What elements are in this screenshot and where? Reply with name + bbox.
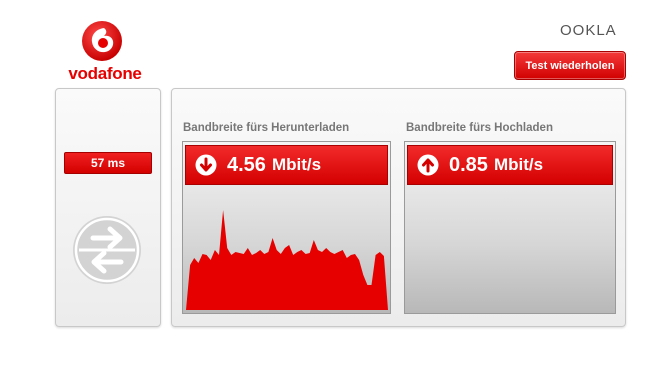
ping-panel	[55, 88, 161, 327]
brand-name: vodafone	[68, 64, 142, 83]
provider-logo: OOKLA	[560, 22, 617, 39]
download-label: Bandbreite fürs Herunterladen	[183, 122, 350, 134]
arrow-down-icon	[195, 154, 217, 176]
download-speed-value: 4.56	[227, 153, 266, 176]
vodafone-logo-icon	[82, 21, 122, 61]
upload-speed-value: 0.85	[449, 153, 488, 176]
retest-button[interactable]: Test wiederholen	[514, 51, 626, 80]
upload-speed-bar: 0.85 Mbit/s	[407, 145, 613, 185]
download-speed-unit: Mbit/s	[271, 155, 322, 174]
transfer-arrows-icon	[73, 216, 141, 284]
download-throughput-area	[186, 210, 388, 310]
ping-value: 57 ms	[64, 152, 152, 174]
download-throughput-graph	[186, 210, 388, 310]
download-speed-bar: 4.56 Mbit/s	[185, 145, 388, 185]
arrow-up-icon	[417, 154, 439, 176]
upload-label: Bandbreite fürs Hochladen	[406, 122, 553, 134]
upload-speed-unit: Mbit/s	[493, 155, 544, 174]
